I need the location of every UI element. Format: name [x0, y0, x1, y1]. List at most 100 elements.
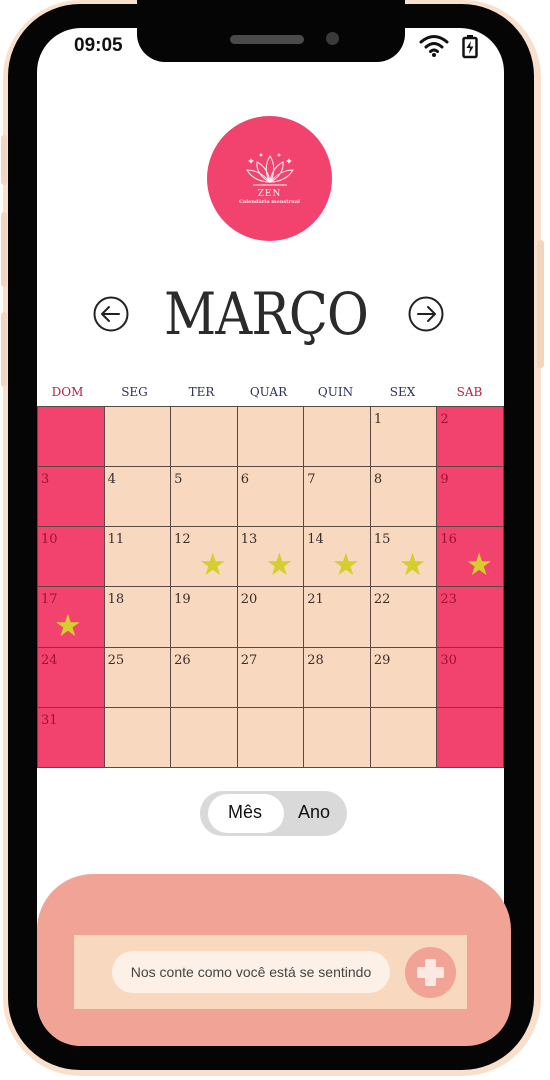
calendar-day[interactable]: 24	[37, 646, 105, 708]
calendar-day[interactable]: 12 ★	[170, 526, 238, 588]
calendar-day[interactable]: 16 ★	[436, 526, 504, 588]
wifi-icon	[419, 35, 449, 57]
calendar-day[interactable]: 31	[37, 706, 105, 769]
lotus-icon	[246, 153, 294, 186]
arrow-right-circle-icon[interactable]	[408, 296, 444, 332]
calendar-day[interactable]: 28	[303, 646, 371, 708]
battery-charging-icon	[462, 35, 478, 59]
calendar-empty-cell	[170, 706, 238, 769]
front-camera	[326, 32, 339, 45]
weekday-label: SEX	[389, 385, 416, 399]
calendar-day[interactable]: 22	[369, 586, 438, 648]
calendar-day[interactable]: 3	[37, 466, 105, 528]
day-number: 24	[41, 652, 58, 668]
day-number: 14	[307, 532, 324, 548]
view-toggle: Mês Ano	[200, 791, 347, 836]
arrow-left-circle-icon[interactable]	[93, 296, 129, 332]
calendar-day[interactable]: 27	[236, 646, 305, 708]
day-number: 16	[440, 532, 457, 548]
day-number: 2	[440, 412, 449, 427]
toggle-option-month[interactable]: Mês	[228, 802, 262, 823]
day-number: 17	[41, 592, 58, 608]
calendar-day[interactable]: 19	[170, 586, 238, 648]
side-button	[537, 240, 544, 368]
day-number: 11	[107, 532, 125, 548]
day-number: 3	[41, 472, 50, 488]
calendar-grid: 1 2 3 4 5 6 7 8 9 10 11 12 ★ 13 ★ 14 ★ 15 ★ 16 ★ 17 ★ 18 19 20 21 2…	[37, 405, 504, 769]
day-number: 18	[107, 592, 125, 608]
calendar-empty-cell	[236, 706, 305, 769]
calendar-day[interactable]: 26	[170, 646, 238, 708]
calendar-week: 24 25 26 27 28 29 30	[37, 646, 504, 708]
day-number: 28	[307, 652, 324, 668]
plus-icon-bar	[417, 967, 444, 978]
side-button	[1, 312, 7, 387]
calendar-day[interactable]: 15 ★	[369, 526, 438, 588]
toggle-option-year[interactable]: Ano	[298, 802, 330, 823]
side-button	[1, 212, 7, 287]
calendar-day[interactable]: 9	[436, 466, 504, 528]
weekday-label: TER	[188, 385, 215, 399]
day-number: 6	[240, 472, 249, 488]
calendar-week: 3 4 5 6 7 8 9	[37, 466, 504, 528]
day-number: 19	[174, 592, 191, 608]
calendar-day[interactable]: 14 ★	[303, 526, 371, 588]
day-number: 15	[373, 532, 391, 548]
speaker	[230, 35, 304, 44]
calendar-empty-cell	[369, 706, 438, 769]
calendar-day[interactable]: 21	[303, 586, 371, 648]
calendar-day[interactable]: 7	[303, 466, 371, 528]
calendar-week: 12	[37, 405, 504, 468]
calendar-empty-cell	[103, 706, 172, 769]
calendar-day[interactable]: 30	[436, 646, 504, 708]
calendar-day[interactable]: 2	[436, 405, 504, 468]
day-number: 20	[240, 592, 258, 608]
weekday-label: DOM	[51, 385, 84, 399]
day-number: 10	[41, 532, 58, 548]
weekday-label: SAB	[456, 385, 483, 399]
notch	[137, 0, 405, 62]
day-number: 12	[174, 532, 191, 548]
day-number: 23	[440, 592, 457, 608]
calendar-empty-cell	[170, 405, 238, 468]
mood-input[interactable]: Nos conte como você está se sentindo	[112, 951, 390, 993]
calendar-week: 10 11 12 ★ 13 ★ 14 ★ 15 ★ 16 ★	[37, 526, 504, 588]
calendar-day[interactable]: 11	[103, 526, 172, 588]
day-number: 25	[107, 652, 125, 668]
day-number: 29	[373, 652, 391, 668]
star-icon: ★	[265, 547, 294, 583]
day-number: 21	[307, 592, 324, 608]
logo-name: ZEN	[257, 189, 282, 199]
weekday-label: SEG	[121, 385, 148, 399]
side-button	[1, 135, 7, 185]
day-number: 9	[440, 472, 449, 488]
day-number: 31	[41, 712, 58, 728]
app-logo: ZEN Calendário menstrual	[207, 116, 332, 241]
calendar-empty-cell	[303, 706, 371, 769]
calendar-day[interactable]: 6	[236, 466, 305, 528]
add-mood-button[interactable]	[405, 947, 456, 998]
status-time: 09:05	[74, 35, 123, 56]
calendar-day[interactable]: 29	[369, 646, 438, 708]
calendar-day[interactable]: 1	[369, 405, 438, 468]
calendar-day[interactable]: 20	[236, 586, 305, 648]
weekday-label: QUAR	[249, 385, 288, 399]
calendar-day[interactable]: 4	[103, 466, 172, 528]
calendar-week: 17 ★ 18 19 20 21 22 23	[37, 586, 504, 648]
calendar-day[interactable]: 23	[436, 586, 504, 648]
day-number: 7	[307, 472, 316, 488]
calendar-empty-cell	[103, 405, 172, 468]
day-number: 26	[174, 652, 191, 668]
day-number: 13	[240, 532, 258, 548]
calendar-day[interactable]: 18	[103, 586, 172, 648]
calendar-day[interactable]: 25	[103, 646, 172, 708]
day-number: 30	[440, 652, 457, 668]
calendar-day[interactable]: 17 ★	[37, 586, 105, 648]
calendar-day[interactable]: 10	[37, 526, 105, 588]
calendar-empty-cell	[236, 405, 305, 468]
calendar-day[interactable]: 5	[170, 466, 238, 528]
day-number: 22	[373, 592, 391, 608]
calendar-week: 31	[37, 706, 504, 769]
calendar-day[interactable]: 13 ★	[236, 526, 305, 588]
calendar-day[interactable]: 8	[369, 466, 438, 528]
